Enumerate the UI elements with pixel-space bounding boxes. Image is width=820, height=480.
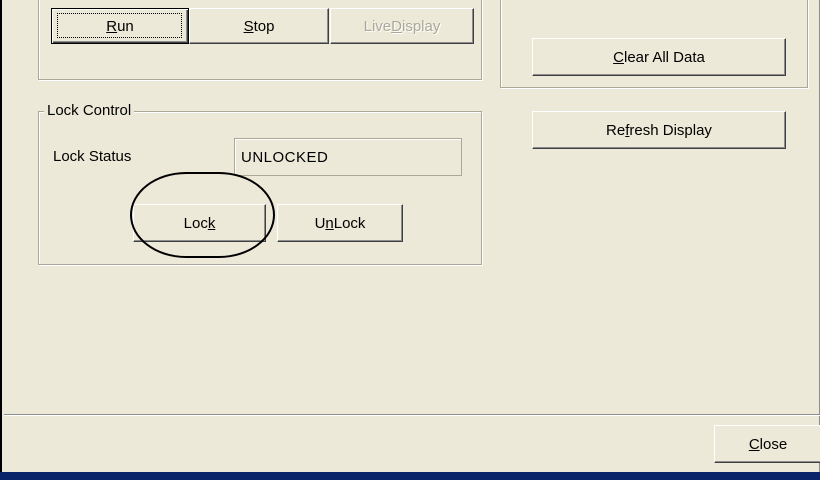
refresh-display-button[interactable]: Re f resh Display bbox=[532, 111, 786, 149]
lock-status-label: Lock Status bbox=[53, 148, 132, 165]
stop-button[interactable]: Stop bbox=[189, 8, 329, 44]
run-control-group: Run Stop Live Display bbox=[38, 0, 482, 80]
close-label-post: lose bbox=[759, 435, 788, 453]
live-display-button[interactable]: Live Display bbox=[330, 8, 474, 44]
unlock-hotkey: n bbox=[325, 214, 334, 232]
footer-separator bbox=[4, 414, 820, 416]
close-hotkey: C bbox=[748, 435, 760, 453]
live-display-label-post: isplay bbox=[402, 17, 441, 35]
highlight-oval bbox=[130, 172, 275, 258]
lock-status-field: UNLOCKED bbox=[234, 138, 462, 176]
refresh-label-post: resh Display bbox=[629, 121, 712, 139]
run-button[interactable]: Run bbox=[51, 8, 189, 44]
lock-control-title: Lock Control bbox=[44, 102, 135, 120]
unlock-label-pre: U bbox=[314, 214, 326, 232]
clear-all-data-button[interactable]: Clear All Data bbox=[532, 38, 786, 76]
refresh-label-pre: Re bbox=[606, 121, 626, 139]
lock-status-value: UNLOCKED bbox=[241, 148, 329, 166]
stop-hotkey: S bbox=[243, 17, 254, 35]
focus-indicator bbox=[57, 13, 182, 38]
live-display-label-pre: Live bbox=[363, 17, 392, 35]
unlock-label-post: Lock bbox=[333, 214, 366, 232]
dialog-window: Run Stop Live Display Clear All Data Re f… bbox=[0, 0, 820, 480]
stop-label-post: top bbox=[253, 17, 275, 35]
clear-label-post: lear All Data bbox=[623, 48, 705, 66]
window-frame-bottom bbox=[0, 472, 820, 480]
clear-hotkey: C bbox=[613, 48, 624, 66]
close-button[interactable]: Close bbox=[714, 425, 820, 463]
live-display-hotkey: D bbox=[391, 17, 402, 35]
unlock-button[interactable]: Un Lock bbox=[277, 204, 403, 242]
